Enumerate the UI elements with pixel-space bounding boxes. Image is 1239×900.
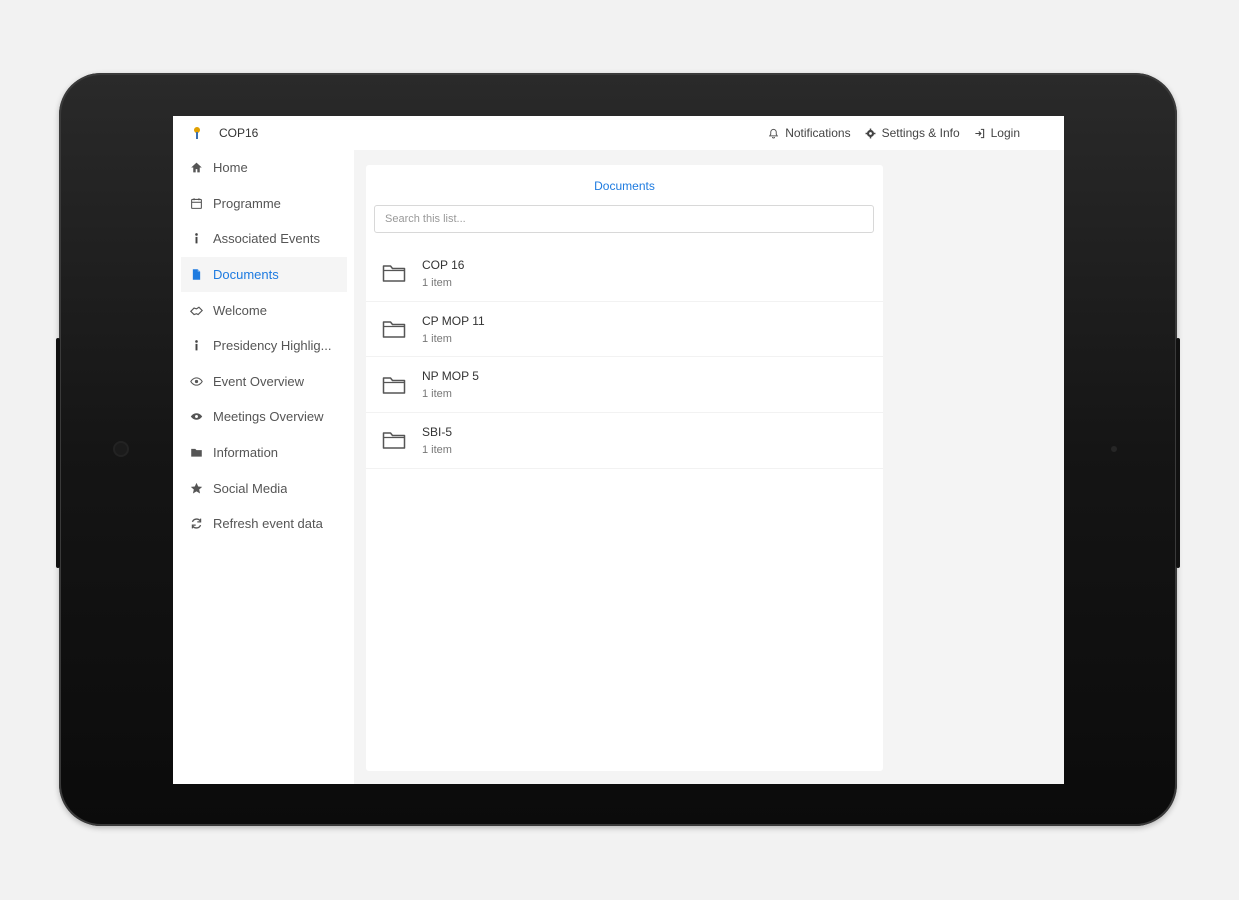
cop16-logo-icon — [193, 127, 201, 139]
device-side-button — [56, 338, 60, 568]
handshake-icon — [189, 303, 203, 317]
sidebar-item-programme[interactable]: Programme — [173, 186, 354, 222]
sidebar-item-meetings-overview[interactable]: Meetings Overview — [173, 399, 354, 435]
sidebar-item-label: Event Overview — [213, 373, 305, 389]
notifications-button[interactable]: Notifications — [768, 126, 851, 140]
info-icon — [189, 339, 203, 353]
top-bar: COP16 Notifications Settings & Info Logi… — [173, 116, 1064, 150]
document-icon — [189, 268, 203, 282]
folder-item-np-mop-5[interactable]: NP MOP 5 1 item — [366, 357, 883, 414]
page-title: Documents — [594, 179, 655, 193]
gear-icon — [865, 128, 876, 138]
sidebar-item-label: Meetings Overview — [213, 409, 324, 425]
notifications-label: Notifications — [785, 126, 851, 140]
folder-item-cp-mop-11[interactable]: CP MOP 11 1 item — [366, 302, 883, 358]
login-label: Login — [990, 126, 1020, 140]
sidebar-item-label: Home — [213, 160, 248, 176]
sidebar-item-refresh-event-data[interactable]: Refresh event data — [173, 506, 354, 542]
folder-icon — [382, 376, 406, 394]
folder-name: CP MOP 11 — [422, 313, 485, 328]
sidebar-item-information[interactable]: Information — [173, 435, 354, 471]
calendar-icon — [189, 196, 203, 210]
device-side-button — [1176, 338, 1180, 568]
brand[interactable]: COP16 — [193, 126, 258, 140]
folder-icon — [382, 265, 406, 283]
info-icon — [189, 232, 203, 246]
sidebar-item-presidency-highlights[interactable]: Presidency Highlig... — [173, 328, 354, 364]
star-icon — [189, 481, 203, 495]
folder-item-sbi-5[interactable]: SBI-5 1 item — [366, 413, 883, 469]
sidebar-item-welcome[interactable]: Welcome — [173, 292, 354, 328]
app-screen: COP16 Notifications Settings & Info Logi… — [173, 116, 1064, 784]
folder-icon — [189, 446, 203, 460]
top-actions: Notifications Settings & Info Login — [768, 126, 1020, 140]
front-camera — [115, 443, 127, 455]
login-icon — [975, 128, 984, 138]
sidebar-item-label: Refresh event data — [213, 516, 323, 532]
search-input[interactable] — [374, 205, 874, 233]
settings-info-button[interactable]: Settings & Info — [865, 126, 960, 140]
sidebar-item-documents[interactable]: Documents — [181, 256, 347, 293]
bell-icon — [769, 128, 779, 138]
main-content: Documents COP 16 1 item CP MOP 11 1 item — [354, 150, 1064, 784]
app-name: COP16 — [219, 126, 259, 140]
folder-icon — [382, 432, 406, 450]
meetings-icon — [189, 410, 203, 424]
sidebar-item-label: Social Media — [213, 480, 288, 496]
refresh-icon — [189, 517, 203, 531]
folder-name: NP MOP 5 — [422, 369, 479, 384]
sidebar-item-label: Documents — [213, 267, 279, 283]
device-sensor — [1111, 446, 1117, 452]
sidebar-item-label: Associated Events — [213, 231, 320, 247]
folder-name: SBI-5 — [422, 424, 453, 439]
folder-name: COP 16 — [422, 257, 465, 272]
home-icon — [189, 161, 203, 175]
sidebar-item-home[interactable]: Home — [173, 150, 354, 186]
folder-item-count: 1 item — [422, 443, 452, 456]
sidebar: Home Programme Associated Events Documen… — [173, 150, 354, 784]
sidebar-item-social-media[interactable]: Social Media — [173, 470, 354, 506]
folder-item-count: 1 item — [422, 332, 452, 345]
folder-list: COP 16 1 item CP MOP 11 1 item NP MOP 5 — [366, 246, 883, 469]
sidebar-item-associated-events[interactable]: Associated Events — [173, 221, 354, 257]
folder-item-cop16[interactable]: COP 16 1 item — [366, 246, 883, 302]
sidebar-item-label: Information — [213, 445, 279, 461]
folder-item-count: 1 item — [422, 276, 452, 289]
sidebar-item-label: Welcome — [213, 302, 267, 318]
sidebar-item-label: Presidency Highlig... — [213, 338, 332, 354]
login-button[interactable]: Login — [974, 126, 1020, 140]
folder-item-count: 1 item — [422, 388, 452, 401]
settings-info-label: Settings & Info — [881, 126, 960, 140]
folder-icon — [382, 321, 406, 338]
sidebar-item-label: Programme — [213, 195, 281, 211]
eye-icon — [189, 374, 203, 388]
sidebar-item-event-overview[interactable]: Event Overview — [173, 364, 354, 400]
documents-card: Documents COP 16 1 item CP MOP 11 1 item — [366, 165, 883, 771]
